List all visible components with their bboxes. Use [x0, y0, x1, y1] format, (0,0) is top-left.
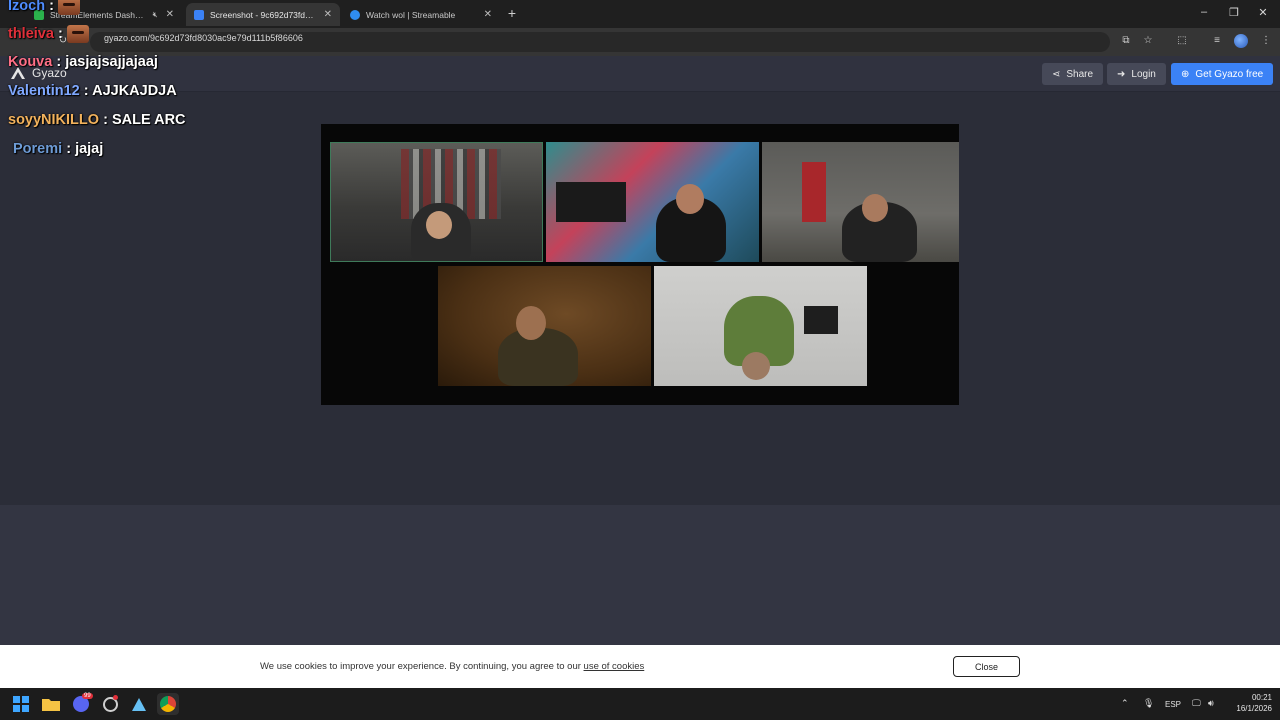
chat-username: Izoch	[8, 0, 46, 14]
close-tab-icon[interactable]: ✕	[324, 9, 332, 20]
cookie-policy-link[interactable]: use of cookies	[584, 661, 645, 672]
muted-speaker-icon[interactable]: 🔇︎	[153, 10, 158, 20]
gyazo-footer-area	[0, 505, 1280, 645]
clock-time: 00:21	[1251, 693, 1272, 702]
start-windows-icon[interactable]	[10, 693, 32, 715]
share-icon: ⋖	[1052, 68, 1061, 80]
show-hidden-icons-icon[interactable]: ⌃	[1121, 698, 1129, 709]
volume-icon[interactable]: 🔊︎	[1208, 698, 1214, 709]
get-gyazo-free-button[interactable]: ⊕ Get Gyazo free	[1171, 63, 1274, 85]
camera-feed-1	[330, 142, 543, 262]
login-label: Login	[1131, 68, 1156, 80]
chat-message: soyyNIKILLO : SALE ARC	[8, 112, 186, 128]
chat-text: jajaj	[75, 141, 104, 157]
chat-username: thleiva	[8, 25, 54, 42]
bookmark-star-icon[interactable]: ☆	[1141, 34, 1155, 48]
camera-feed-2	[546, 142, 759, 262]
steam-icon[interactable]	[128, 693, 150, 715]
share-button[interactable]: ⋖ Share	[1042, 63, 1104, 85]
screenshot-image[interactable]	[321, 124, 959, 405]
chat-message: Valentin12 : AJJKAJDJA	[8, 83, 177, 99]
install-app-icon[interactable]: ⧉	[1119, 34, 1133, 48]
clock-app-icon[interactable]	[99, 693, 121, 715]
streamable-favicon-icon	[350, 9, 360, 20]
chat-username: soyyNIKILLO	[8, 112, 100, 128]
close-tab-icon[interactable]: ✕	[166, 9, 174, 20]
new-tab-icon[interactable]: +	[505, 5, 519, 21]
chat-username: Poremi	[13, 141, 63, 157]
tab-label: Watch wol | Streamable	[366, 9, 456, 20]
taskbar	[0, 688, 1280, 720]
extensions-icon[interactable]: ⬚	[1175, 34, 1189, 48]
tab-gyazo-screenshot[interactable]: Screenshot - 9c692d73fd8030a ✕	[186, 3, 340, 26]
discord-badge: 99	[82, 693, 93, 699]
chat-text: AJJKAJDJA	[92, 83, 177, 99]
chat-message: Poremi : jajaj	[13, 141, 104, 157]
chat-message: thleiva :	[8, 25, 89, 43]
chat-message: Izoch :	[8, 0, 80, 15]
close-window-icon[interactable]: ✕	[1256, 6, 1270, 19]
chrome-icon[interactable]	[157, 693, 179, 715]
microphone-icon[interactable]: 🎙︎	[1143, 698, 1154, 709]
address-url[interactable]: gyazo.com/9c692d73fd8030ac9e79d111b5f866…	[104, 33, 303, 43]
download-icon: ⊕	[1181, 68, 1190, 80]
camera-feed-3	[762, 142, 959, 262]
cookie-notice: We use cookies to improve your experienc…	[260, 661, 644, 672]
minimize-icon[interactable]: –	[1197, 6, 1211, 18]
tab-streamable[interactable]: Watch wol | Streamable ✕	[342, 3, 500, 26]
share-label: Share	[1066, 68, 1094, 80]
chat-username: Valentin12	[8, 83, 80, 99]
tab-label: Screenshot - 9c692d73fd8030a	[210, 9, 316, 20]
file-explorer-icon[interactable]	[40, 693, 62, 715]
system-clock[interactable]: 00:21 16/1/2026	[1226, 692, 1272, 714]
network-icon[interactable]: 🖵︎	[1192, 698, 1201, 709]
login-button[interactable]: ➜ Login	[1107, 63, 1166, 85]
gyazo-favicon-icon	[194, 9, 204, 20]
camera-feed-4	[438, 266, 651, 386]
chrome-menu-icon[interactable]: ⋮	[1259, 34, 1273, 48]
chat-username: Kouva	[8, 54, 53, 70]
media-controls-icon[interactable]: ≡	[1210, 34, 1224, 48]
login-icon: ➜	[1117, 68, 1126, 80]
restore-icon[interactable]: ❐	[1227, 6, 1241, 19]
close-tab-icon[interactable]: ✕	[484, 9, 492, 20]
chat-text: SALE ARC	[111, 112, 186, 128]
cookie-text: We use cookies to improve your experienc…	[260, 661, 584, 672]
chat-text: jasjajsajjajaaj	[65, 54, 158, 70]
chat-message: Kouva : jasjajsajjajaaj	[8, 54, 158, 70]
get-gyazo-free-label: Get Gyazo free	[1195, 68, 1264, 80]
emote-icon	[66, 25, 89, 43]
language-indicator[interactable]: ESP	[1165, 700, 1181, 709]
browser-tab-strip: StreamElements Dashboard 🔇︎ ✕ Screenshot…	[0, 0, 1280, 28]
camera-feed-5	[654, 266, 867, 386]
profile-avatar-icon[interactable]	[1234, 34, 1248, 48]
clock-date: 16/1/2026	[1236, 704, 1272, 713]
emote-icon	[57, 0, 80, 15]
cookie-close-button[interactable]: Close	[953, 656, 1020, 677]
discord-icon[interactable]: 99	[70, 693, 93, 715]
